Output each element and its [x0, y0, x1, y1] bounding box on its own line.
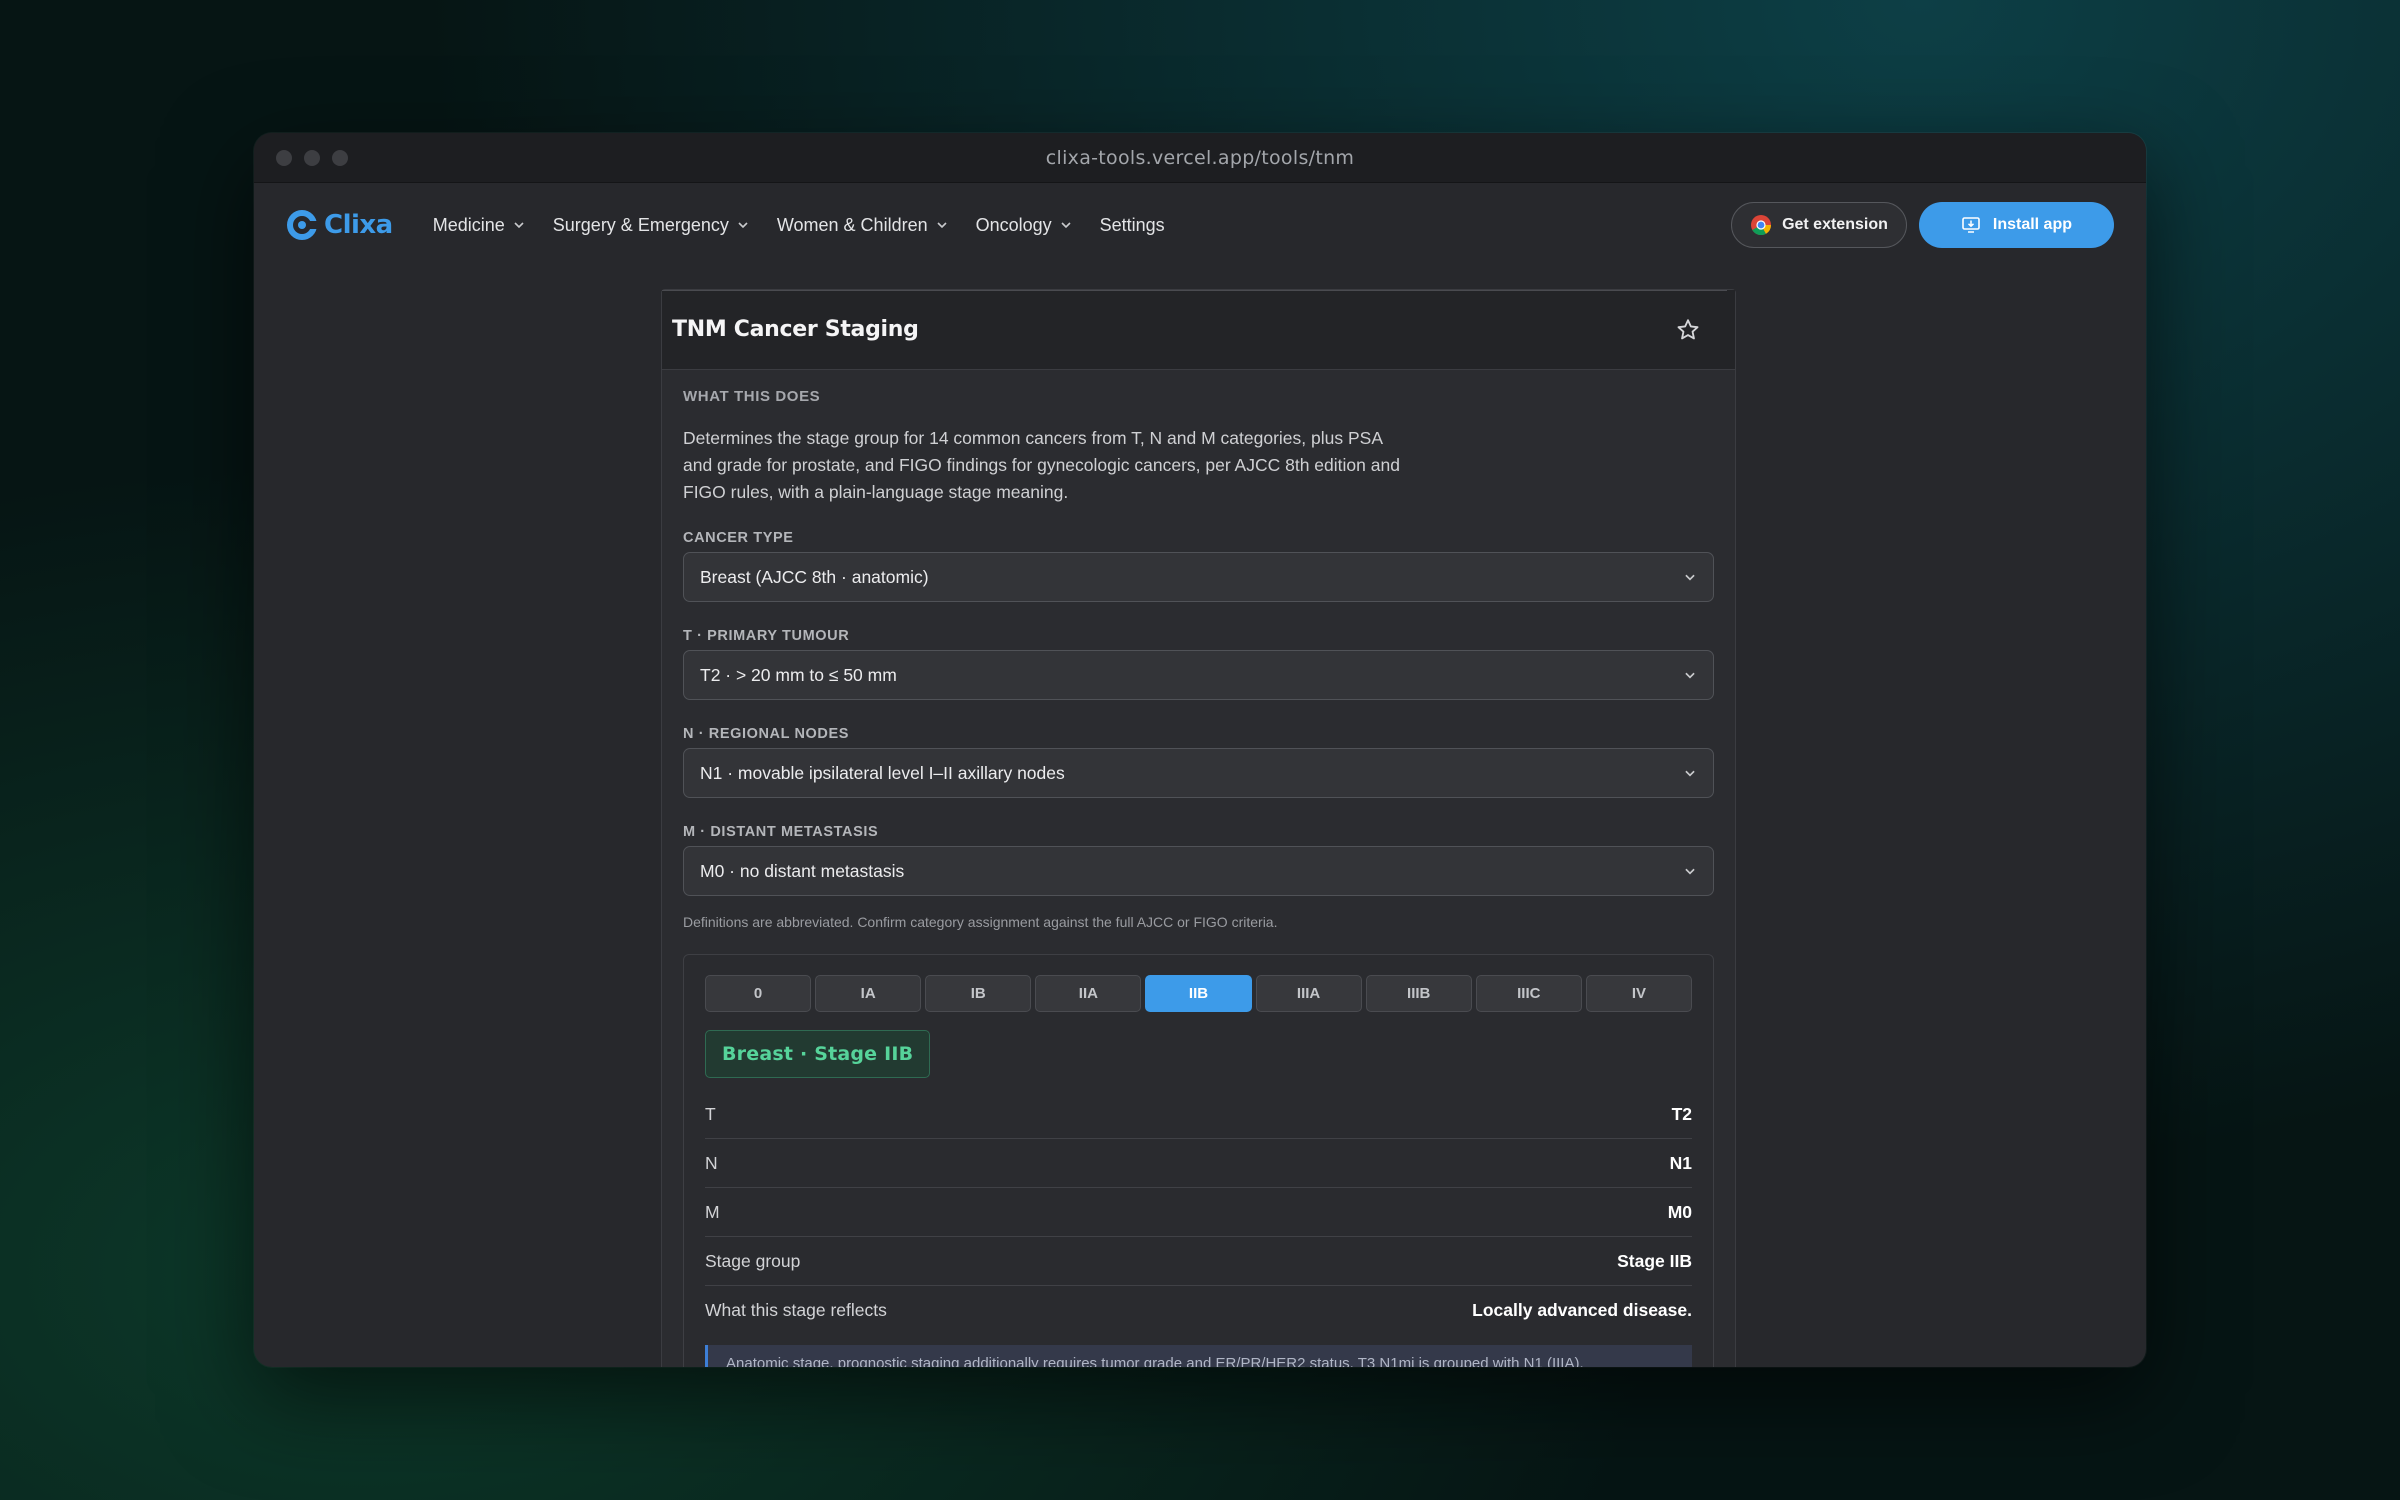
m-category-label: M · DISTANT METASTASIS	[683, 824, 879, 840]
page-title: TNM Cancer Staging	[672, 317, 919, 342]
nav-oncology-label: Oncology	[975, 214, 1052, 235]
chevron-down-icon	[1685, 672, 1695, 679]
chevron-down-icon	[1685, 574, 1695, 581]
nav-medicine[interactable]: Medicine	[433, 215, 525, 236]
get-extension-button[interactable]: Get extension	[1731, 202, 1907, 248]
chevron-down-icon	[1685, 770, 1695, 777]
stage-selector: 0 IA IB IIA IIB IIIA IIIB IIIC IV	[705, 975, 1692, 1012]
result-row-t: T T2	[705, 1090, 1692, 1139]
install-app-label: Install app	[1992, 216, 2072, 233]
chevron-down-icon	[514, 222, 524, 229]
t-category-label: T · PRIMARY TUMOUR	[683, 628, 850, 644]
stage-tab-ib[interactable]: IB	[925, 975, 1032, 1012]
window-controls	[276, 150, 348, 166]
tool-header: TNM Cancer Staging	[662, 290, 1735, 370]
stage-tab-iib[interactable]: IIB	[1145, 975, 1252, 1012]
maximize-window-button[interactable]	[332, 150, 348, 166]
nav-settings[interactable]: Settings	[1100, 215, 1165, 236]
nav-surgery-emergency[interactable]: Surgery & Emergency	[553, 215, 749, 236]
m-category-value: M0 · no distant metastasis	[700, 860, 905, 881]
minimize-window-button[interactable]	[304, 150, 320, 166]
row-label: Stage group	[705, 1250, 801, 1271]
nav-oncology[interactable]: Oncology	[976, 215, 1072, 236]
clixa-logo[interactable]: Clixa	[286, 209, 393, 241]
criteria-note: Definitions are abbreviated. Confirm cat…	[683, 914, 1278, 930]
chevron-down-icon	[937, 222, 947, 229]
browser-window: clixa-tools.vercel.app/tools/tnm Clixa M…	[254, 133, 2146, 1367]
row-label: N	[705, 1152, 718, 1173]
result-row-n: N N1	[705, 1139, 1692, 1188]
row-value: Stage IIB	[1617, 1250, 1692, 1271]
row-label: What this stage reflects	[705, 1300, 887, 1320]
n-category-value: N1 · movable ipsilateral level I–II axil…	[700, 762, 1065, 783]
address-bar[interactable]: clixa-tools.vercel.app/tools/tnm	[1046, 147, 1355, 169]
tool-panel: TNM Cancer Staging WHAT THIS DOES Determ…	[661, 289, 1736, 1367]
close-window-button[interactable]	[276, 150, 292, 166]
install-desktop-icon	[1962, 217, 1980, 233]
n-category-select[interactable]: N1 · movable ipsilateral level I–II axil…	[683, 748, 1714, 798]
m-category-select[interactable]: M0 · no distant metastasis	[683, 846, 1714, 896]
tool-description: Determines the stage group for 14 common…	[683, 428, 1400, 502]
t-category-select[interactable]: T2 · > 20 mm to ≤ 50 mm	[683, 650, 1714, 700]
row-value: T2	[1671, 1103, 1692, 1124]
nav-women-label: Women & Children	[776, 214, 928, 235]
stage-tab-iiib[interactable]: IIIB	[1365, 975, 1472, 1012]
get-extension-label: Get extension	[1782, 216, 1888, 233]
stage-tab-iiic[interactable]: IIIC	[1475, 975, 1582, 1012]
nav-actions: Get extension Install app	[1731, 202, 2114, 248]
top-navbar: Clixa Medicine Surgery & Emergency Women…	[254, 183, 2146, 267]
nav-women-children[interactable]: Women & Children	[777, 215, 948, 236]
cancer-type-label: CANCER TYPE	[683, 530, 794, 546]
row-value: Locally advanced disease.	[1472, 1300, 1692, 1320]
title-bar: clixa-tools.vercel.app/tools/tnm	[254, 133, 2146, 183]
favorite-star-icon[interactable]	[1675, 317, 1701, 343]
stage-tab-ia[interactable]: IA	[815, 975, 922, 1012]
nav-settings-label: Settings	[1099, 214, 1165, 235]
nav-surgery-label: Surgery & Emergency	[552, 214, 729, 235]
stage-tab-iia[interactable]: IIA	[1035, 975, 1142, 1012]
brand-name: Clixa	[324, 210, 393, 240]
stage-tab-0[interactable]: 0	[705, 975, 812, 1012]
result-row-meaning: What this stage reflects Locally advance…	[705, 1286, 1692, 1335]
stage-tab-iv[interactable]: IV	[1585, 975, 1692, 1012]
tool-body: WHAT THIS DOES Determines the stage grou…	[662, 370, 1735, 1367]
chevron-down-icon	[738, 222, 748, 229]
result-card: 0 IA IB IIA IIB IIIA IIIB IIIC IV Breast…	[683, 954, 1714, 1367]
install-app-button[interactable]: Install app	[1918, 202, 2114, 248]
staging-callout: Anatomic stage, prognostic staging addit…	[705, 1345, 1692, 1367]
t-category-value: T2 · > 20 mm to ≤ 50 mm	[700, 664, 897, 685]
row-value: N1	[1669, 1152, 1692, 1173]
row-label: T	[705, 1103, 716, 1124]
stage-tab-iiia[interactable]: IIIA	[1255, 975, 1362, 1012]
nav-medicine-label: Medicine	[432, 214, 505, 235]
main-menu: Medicine Surgery & Emergency Women & Chi…	[433, 215, 1165, 236]
stage-result-badge: Breast · Stage IIB	[705, 1030, 931, 1078]
row-value: M0	[1667, 1201, 1692, 1222]
panel-divider	[662, 290, 1727, 291]
result-table: T T2 N N1 M M0 Stage group Stage IIB Wha…	[705, 1090, 1692, 1335]
result-row-m: M M0	[705, 1188, 1692, 1237]
chevron-down-icon	[1685, 868, 1695, 875]
cancer-type-value: Breast (AJCC 8th · anatomic)	[700, 566, 929, 587]
chevron-down-icon	[1061, 222, 1071, 229]
what-this-does-label: WHAT THIS DOES	[683, 388, 821, 405]
row-label: M	[705, 1201, 720, 1222]
clixa-logo-icon	[287, 210, 318, 240]
cancer-type-select[interactable]: Breast (AJCC 8th · anatomic)	[683, 552, 1714, 602]
result-row-stage-group: Stage group Stage IIB	[705, 1237, 1692, 1286]
n-category-label: N · REGIONAL NODES	[683, 726, 850, 742]
chrome-icon	[1751, 215, 1772, 236]
